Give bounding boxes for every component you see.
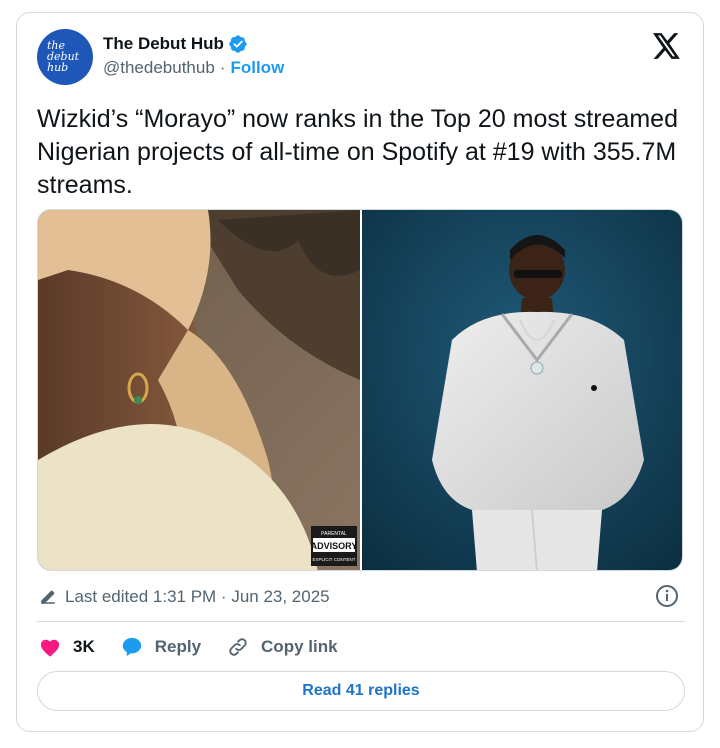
avatar-logo: the debut hub xyxy=(47,39,80,74)
advisory-text-top: PARENTAL xyxy=(321,531,347,537)
verified-badge-icon xyxy=(229,35,247,53)
divider xyxy=(37,621,685,622)
author-handle[interactable]: @thedebuthub xyxy=(103,58,215,78)
author-name[interactable]: The Debut Hub xyxy=(103,34,224,54)
advisory-text-bottom: EXPLICIT CONTENT xyxy=(313,557,356,562)
edited-timestamp: Last edited 1:31 PM · Jun 23, 2025 xyxy=(65,587,330,606)
tweet-header: the debut hub The Debut Hub @thedebuthub… xyxy=(37,29,685,85)
advisory-text-main: ADVISORY xyxy=(311,541,358,551)
album-cover-art: PARENTAL ADVISORY EXPLICIT CONTENT xyxy=(38,210,360,570)
pencil-icon xyxy=(41,590,55,604)
separator-dot: · xyxy=(219,58,226,77)
read-replies-button[interactable]: Read 41 replies xyxy=(37,671,685,711)
avatar[interactable]: the debut hub xyxy=(37,29,93,85)
like-count: 3K xyxy=(73,637,95,656)
tweet-card: the debut hub The Debut Hub @thedebuthub… xyxy=(16,12,704,732)
tweet-text: Wizkid’s “Morayo” now ranks in the Top 2… xyxy=(37,105,678,199)
link-icon xyxy=(229,638,247,656)
heart-icon xyxy=(40,639,60,657)
copy-link-button[interactable]: Copy link xyxy=(227,636,338,658)
reply-bubble-icon xyxy=(122,637,141,657)
like-button[interactable]: 3K xyxy=(39,637,95,657)
artist-photo-art xyxy=(362,210,682,570)
info-icon[interactable] xyxy=(655,584,679,608)
media-grid: PARENTAL ADVISORY EXPLICIT CONTENT xyxy=(37,209,683,571)
x-logo-icon[interactable] xyxy=(653,33,681,59)
follow-button[interactable]: Follow xyxy=(230,58,284,78)
reply-button[interactable]: Reply xyxy=(121,636,201,658)
artist-photo-image[interactable] xyxy=(362,210,682,570)
reply-label: Reply xyxy=(154,637,202,656)
copy-link-label: Copy link xyxy=(261,637,338,656)
edit-info[interactable]: Last edited 1:31 PM · Jun 23, 2025 xyxy=(39,587,330,607)
album-cover-image[interactable]: PARENTAL ADVISORY EXPLICIT CONTENT xyxy=(38,210,360,570)
action-bar: 3K Reply Copy link xyxy=(39,633,364,661)
